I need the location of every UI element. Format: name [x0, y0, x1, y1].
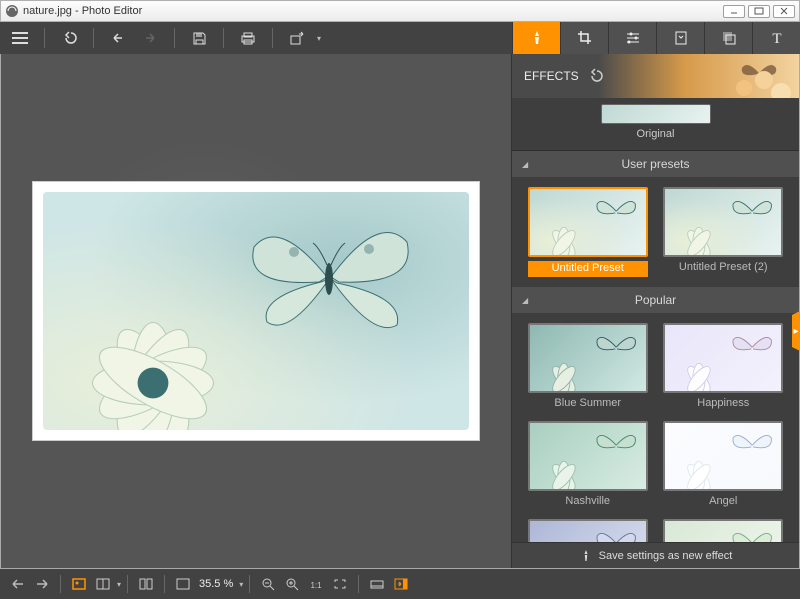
tab-text[interactable]: T — [752, 22, 800, 54]
prev-image-button[interactable] — [6, 572, 30, 596]
butterfly-illustration — [239, 207, 419, 347]
export-dropdown-caret[interactable]: ▾ — [317, 34, 321, 43]
collapse-icon: ◢ — [522, 160, 528, 169]
original-preset[interactable]: Original — [512, 98, 799, 151]
preset-untitled-2[interactable]: Untitled Preset (2) — [660, 187, 788, 277]
preset-label: Blue Summer — [528, 397, 648, 413]
redo-button[interactable] — [136, 25, 164, 51]
separator — [44, 28, 45, 48]
status-bar: ▾ 35.5 % ▾ 1:1 — [0, 569, 800, 599]
undo-button[interactable] — [104, 25, 132, 51]
preset-label: Angel — [663, 495, 783, 511]
tab-crop[interactable] — [560, 22, 608, 54]
original-thumb — [601, 104, 711, 124]
panel-toggle-button[interactable] — [389, 572, 413, 596]
side-tab-strip: T — [512, 22, 800, 54]
effects-reset-icon[interactable] — [587, 68, 603, 84]
canvas-area[interactable] — [1, 54, 511, 568]
save-effect-button[interactable]: Save settings as new effect — [512, 542, 799, 568]
single-view-button[interactable] — [67, 572, 91, 596]
separator — [223, 28, 224, 48]
preset-item[interactable] — [524, 519, 652, 542]
app-icon — [5, 4, 19, 18]
section-title: Popular — [635, 293, 676, 307]
next-image-button[interactable] — [30, 572, 54, 596]
fit-screen-button[interactable] — [171, 572, 195, 596]
svg-text:1:1: 1:1 — [311, 581, 323, 590]
zoom-in-button[interactable] — [280, 572, 304, 596]
close-button[interactable] — [773, 5, 795, 18]
compare-mode-button[interactable] — [134, 572, 158, 596]
top-toolbar: ▾ T — [0, 22, 800, 54]
maximize-button[interactable] — [748, 5, 770, 18]
collapse-icon: ◢ — [522, 296, 528, 305]
menu-button[interactable] — [6, 25, 34, 51]
effects-label: EFFECTS — [524, 69, 579, 83]
window-title: nature.jpg - Photo Editor — [23, 5, 142, 17]
preset-blue-summer[interactable]: Blue Summer — [524, 323, 652, 413]
tab-retouch[interactable] — [656, 22, 704, 54]
preset-label: Untitled Preset (2) — [663, 261, 783, 277]
preset-angel[interactable]: Angel — [660, 421, 788, 511]
preset-untitled[interactable]: Untitled Preset — [524, 187, 652, 277]
minimize-button[interactable] — [723, 5, 745, 18]
preset-happiness[interactable]: Happiness — [660, 323, 788, 413]
view-dropdown-caret[interactable]: ▾ — [117, 580, 121, 589]
zoom-actual-button[interactable]: 1:1 — [304, 572, 328, 596]
tab-adjust[interactable] — [608, 22, 656, 54]
tab-overlay[interactable] — [704, 22, 752, 54]
separator — [93, 28, 94, 48]
effects-header: EFFECTS — [512, 54, 799, 98]
preset-label: Happiness — [663, 397, 783, 413]
save-effect-label: Save settings as new effect — [599, 550, 733, 562]
preset-item[interactable] — [660, 519, 788, 542]
zoom-fullscreen-button[interactable] — [328, 572, 352, 596]
split-view-button[interactable] — [91, 572, 115, 596]
panel-collapse-handle[interactable]: ▸ — [792, 311, 800, 351]
print-button[interactable] — [234, 25, 262, 51]
section-user-presets[interactable]: ◢ User presets — [512, 151, 799, 177]
svg-text:T: T — [772, 31, 781, 47]
original-label: Original — [637, 128, 675, 140]
preset-label: Untitled Preset — [528, 261, 648, 277]
zoom-out-button[interactable] — [256, 572, 280, 596]
export-button[interactable] — [283, 25, 311, 51]
separator — [272, 28, 273, 48]
revert-icon[interactable] — [55, 25, 83, 51]
image-preview — [32, 181, 480, 441]
presets-scroll[interactable]: Original ◢ User presets Untitled Preset — [512, 98, 799, 542]
section-title: User presets — [621, 157, 689, 171]
separator — [174, 28, 175, 48]
window-titlebar: nature.jpg - Photo Editor — [0, 0, 800, 22]
section-popular[interactable]: ◢ Popular — [512, 287, 799, 313]
thumbnail-strip-button[interactable] — [365, 572, 389, 596]
tab-effects[interactable] — [512, 22, 560, 54]
preset-label: Nashville — [528, 495, 648, 511]
preset-nashville[interactable]: Nashville — [524, 421, 652, 511]
zoom-value: 35.5 % — [199, 578, 233, 590]
zoom-dropdown-caret[interactable]: ▾ — [239, 580, 243, 589]
save-button[interactable] — [185, 25, 213, 51]
header-floral-decor — [729, 58, 799, 98]
